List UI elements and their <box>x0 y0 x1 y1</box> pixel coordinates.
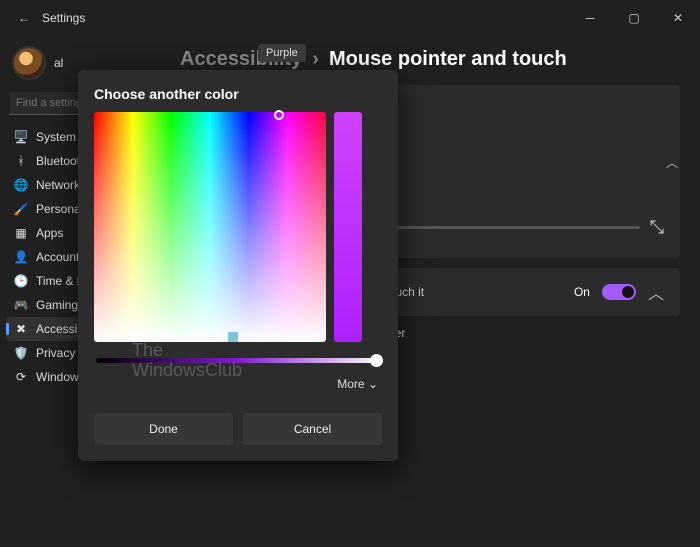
nav-icon: 👤 <box>14 250 28 264</box>
window-title: Settings <box>42 11 85 25</box>
cursor-large-icon: ⤡ <box>650 217 664 238</box>
minimize-button[interactable]: ─ <box>568 0 612 36</box>
color-picker-modal: Choose another color More ⌄ Done Cancel <box>78 70 398 461</box>
nav-icon: 🌐 <box>14 178 28 192</box>
account-name: al <box>54 56 63 70</box>
titlebar: ← Settings ─ ▢ ✕ <box>0 0 700 36</box>
nav-icon: ▦ <box>14 226 28 240</box>
saturation-value-panel[interactable] <box>94 112 326 342</box>
nav-label: System <box>36 130 76 144</box>
back-button[interactable]: ← <box>12 11 36 25</box>
expand-chevron-icon[interactable]: ︿ <box>648 280 664 304</box>
nav-icon: 🎮 <box>14 298 28 312</box>
done-button[interactable]: Done <box>94 413 233 445</box>
color-tooltip: Purple <box>258 44 306 62</box>
nav-icon: ✖ <box>14 322 28 336</box>
watermark-icon <box>228 332 238 342</box>
chevron-down-icon: ⌄ <box>368 377 378 391</box>
breadcrumb: Accessibility › Mouse pointer and touch <box>180 48 680 71</box>
sv-cursor-icon[interactable] <box>274 110 284 120</box>
value-slider[interactable] <box>96 358 380 363</box>
collapse-chevron-icon[interactable]: ︿ <box>666 154 678 171</box>
nav-icon: ᚼ <box>14 154 28 168</box>
more-label: More <box>337 377 364 391</box>
toggle-label: On <box>574 285 590 299</box>
modal-title: Choose another color <box>94 86 382 102</box>
nav-icon: 🖥️ <box>14 130 28 144</box>
close-button[interactable]: ✕ <box>656 0 700 36</box>
nav-icon: ⟳ <box>14 370 28 384</box>
nav-label: Apps <box>36 226 63 240</box>
more-button[interactable]: More ⌄ <box>94 377 378 391</box>
nav-label: Gaming <box>36 298 78 312</box>
nav-icon: 🕒 <box>14 274 28 288</box>
nav-icon: 🛡️ <box>14 346 28 360</box>
chevron-right-icon: › <box>312 48 319 71</box>
avatar <box>12 46 46 80</box>
breadcrumb-current: Mouse pointer and touch <box>329 48 567 71</box>
hue-slider[interactable] <box>334 112 362 342</box>
cancel-button[interactable]: Cancel <box>243 413 382 445</box>
maximize-button[interactable]: ▢ <box>612 0 656 36</box>
nav-icon: 🖌️ <box>14 202 28 216</box>
value-thumb[interactable] <box>370 354 383 367</box>
touch-toggle[interactable] <box>602 284 636 300</box>
